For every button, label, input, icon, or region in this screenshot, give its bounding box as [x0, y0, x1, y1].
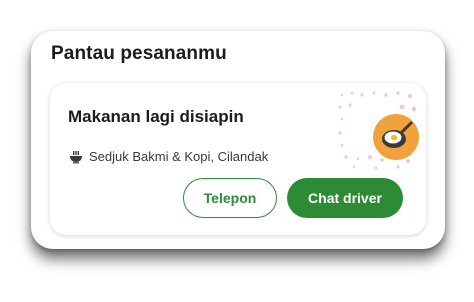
chat-driver-button[interactable]: Chat driver [287, 178, 403, 218]
frying-pan-icon [382, 121, 413, 148]
screen: Pantau pesananmu Makanan lagi disiapin S… [0, 0, 474, 302]
order-status-card[interactable]: Makanan lagi disiapin Sedjuk Bakmi & Kop… [50, 83, 426, 235]
status-badge [373, 114, 419, 160]
order-status-title: Makanan lagi disiapin [68, 107, 244, 126]
card-title: Pantau pesananmu [51, 43, 227, 64]
merchant-row: Sedjuk Bakmi & Kopi, Cilandak [69, 149, 268, 164]
food-bowl-icon [70, 150, 82, 163]
merchant-name: Sedjuk Bakmi & Kopi, Cilandak [89, 149, 269, 164]
order-tracking-card: Pantau pesananmu Makanan lagi disiapin S… [31, 31, 445, 249]
call-button[interactable]: Telepon [183, 178, 277, 218]
